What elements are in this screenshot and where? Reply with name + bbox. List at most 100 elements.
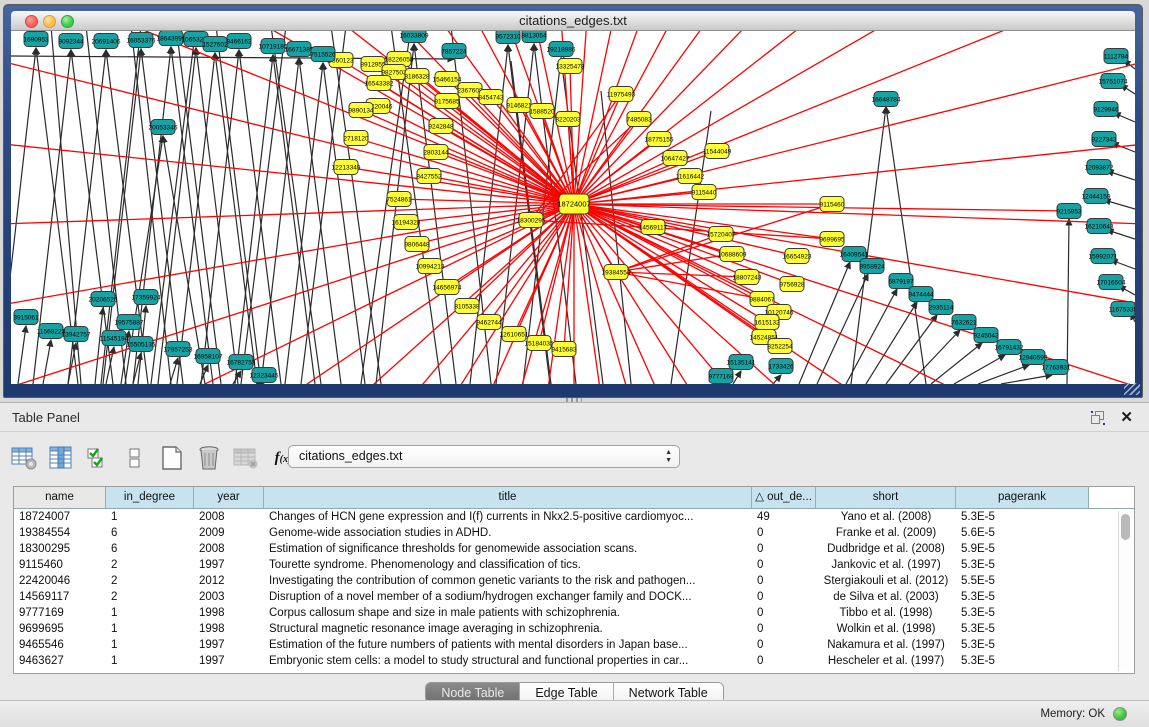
table-cell[interactable]: 5.5E-5	[956, 573, 1089, 589]
graph-node[interactable]: 10994213	[416, 259, 445, 274]
graph-node[interactable]: 8220203	[555, 112, 581, 127]
graph-edge-black[interactable]	[1107, 171, 1135, 180]
graph-node[interactable]: 9129946	[1093, 102, 1119, 117]
table-cell[interactable]: 49	[752, 509, 816, 525]
graph-node[interactable]: 9175685	[434, 94, 460, 109]
graph-node[interactable]: 8252254	[767, 339, 793, 354]
table-cell[interactable]: 5.3E-5	[956, 557, 1089, 573]
table-cell[interactable]: 1998	[194, 605, 264, 621]
table-cell[interactable]: Changes of HCN gene expression and I(f) …	[264, 509, 752, 525]
graph-node[interactable]: 13942757	[62, 327, 91, 342]
table-mode-icon[interactable]	[10, 444, 38, 472]
graph-node[interactable]: 18775155	[645, 132, 674, 147]
table-cell[interactable]: Genome-wide association studies in ADHD.	[264, 525, 752, 541]
table-cell[interactable]: 18724007	[14, 509, 106, 525]
graph-node[interactable]: 15505135	[127, 337, 156, 352]
graph-node[interactable]: 16648784	[872, 92, 901, 107]
graph-node[interactable]: 12213349	[332, 160, 361, 175]
graph-edge-black[interactable]	[817, 274, 868, 384]
table-cell[interactable]: 0	[752, 573, 816, 589]
graph-node[interactable]: 11545194	[100, 331, 129, 346]
graph-edge-black[interactable]	[18, 326, 26, 384]
graph-node[interactable]: 17359924	[132, 290, 161, 305]
table-cell[interactable]: 2003	[194, 589, 264, 605]
graph-node[interactable]: 8813054	[521, 31, 547, 43]
graph-node[interactable]: 15751074	[1099, 74, 1128, 89]
graph-node[interactable]: 3915061	[13, 310, 39, 325]
table-cell[interactable]: 1	[106, 653, 194, 669]
graph-node[interactable]: 9215953	[1056, 204, 1082, 219]
graph-node[interactable]: 15992071	[1089, 249, 1118, 264]
table-row[interactable]: 977716911998Corpus callosum shape and si…	[14, 605, 1134, 621]
graph-edge-black[interactable]	[909, 330, 960, 384]
table-row[interactable]: 946554611997Estimation of the future num…	[14, 637, 1134, 653]
table-cell[interactable]: 0	[752, 525, 816, 541]
table-cell[interactable]: 9777169	[14, 605, 106, 621]
graph-node[interactable]: 8427552	[416, 169, 442, 184]
graph-edge-black[interactable]	[799, 262, 850, 384]
graph-node[interactable]: 17957253	[164, 342, 193, 357]
graph-node[interactable]: 12940599	[1019, 350, 1048, 365]
graph-node[interactable]: 9806448	[404, 237, 430, 252]
graph-node[interactable]: 16654923	[783, 249, 812, 264]
column-header-title[interactable]: title	[264, 487, 752, 508]
table-cell[interactable]: Embryonic stem cells: a model to study s…	[264, 653, 752, 669]
graph-node[interactable]: 17763931	[1042, 360, 1071, 375]
column-header-out_degree[interactable]: △ out_de...	[752, 487, 816, 508]
table-cell[interactable]: Tourette syndrome. Phenomenology and cla…	[264, 557, 752, 573]
graph-edge-black[interactable]	[239, 50, 281, 384]
table-cell[interactable]: 5.3E-5	[956, 605, 1089, 621]
table-cell[interactable]: 1	[106, 637, 194, 653]
graph-edge-black[interactable]	[931, 343, 982, 384]
table-row[interactable]: 2242004622012Investigating the contribut…	[14, 573, 1134, 589]
graph-node[interactable]: 11675335	[1109, 302, 1135, 317]
graph-node[interactable]: 9227343	[1091, 132, 1117, 147]
graph-node[interactable]: 12610651	[500, 327, 529, 342]
table-cell[interactable]: Investigating the contribution of common…	[264, 573, 752, 589]
graph-node[interactable]: 12093872	[1085, 160, 1114, 175]
table-row[interactable]: 1938455462009Genome-wide association stu…	[14, 525, 1134, 541]
graph-node[interactable]: 16782753	[227, 355, 256, 370]
graph-node[interactable]: 8186328	[404, 69, 430, 84]
graph-node[interactable]: 9092344	[58, 34, 84, 49]
graph-node[interactable]: 1615132	[754, 315, 780, 330]
table-vertical-scrollbar[interactable]	[1118, 511, 1132, 671]
graph-node[interactable]: 16958107	[194, 349, 223, 364]
graph-node[interactable]: 7515526	[310, 47, 336, 62]
table-cell[interactable]: Franke et al. (2009)	[816, 525, 956, 541]
graph-node[interactable]: 18807243	[733, 270, 762, 285]
graph-edge-black[interactable]	[1067, 219, 1069, 384]
graph-edge-red[interactable]	[379, 83, 574, 204]
graph-edge-black[interactable]	[170, 358, 178, 384]
table-cell[interactable]: Estimation of significance thresholds fo…	[264, 541, 752, 557]
table-row[interactable]: 946362711997Embryonic stem cells: a mode…	[14, 653, 1134, 669]
graph-edge-black[interactable]	[11, 48, 36, 384]
graph-node[interactable]: 15720407	[707, 227, 736, 242]
graph-node[interactable]: 15184035	[525, 336, 554, 351]
graph-node[interactable]: 2718120	[343, 131, 369, 146]
graph-node[interactable]: 15466154	[433, 72, 462, 87]
table-cell[interactable]: Nakamura et al. (1997)	[816, 637, 956, 653]
graph-node[interactable]: 10688609	[718, 247, 747, 262]
table-cell[interactable]: Hescheler et al. (1997)	[816, 653, 956, 669]
graph-edge-black[interactable]	[216, 31, 261, 384]
table-cell[interactable]: Structural magnetic resonance image aver…	[264, 621, 752, 637]
table-cell[interactable]: 6	[106, 541, 194, 557]
graph-edge-black[interactable]	[846, 289, 897, 384]
network-canvas[interactable]: 1872400788601238912955182260589827503818…	[11, 31, 1135, 384]
graph-node[interactable]: 9115440	[692, 185, 717, 200]
graph-node[interactable]: 1733426	[768, 359, 794, 374]
graph-node[interactable]: 19575887	[115, 315, 144, 330]
table-cell[interactable]: 0	[752, 637, 816, 653]
graph-node[interactable]: 6879197	[888, 274, 914, 289]
graph-node[interactable]: 9115460	[820, 197, 845, 212]
window-resize-grip[interactable]	[1124, 383, 1140, 395]
graph-node[interactable]: 1690953	[23, 32, 49, 47]
graph-node[interactable]: 9146821	[506, 98, 532, 113]
table-cell[interactable]: 9115460	[14, 557, 106, 573]
graph-edge-red[interactable]	[574, 31, 844, 204]
graph-node[interactable]: 11568223	[37, 324, 66, 339]
graph-node[interactable]: 15135141	[727, 355, 756, 370]
table-cell[interactable]: 9465546	[14, 637, 106, 653]
table-row[interactable]: 969969511998Structural magnetic resonanc…	[14, 621, 1134, 637]
